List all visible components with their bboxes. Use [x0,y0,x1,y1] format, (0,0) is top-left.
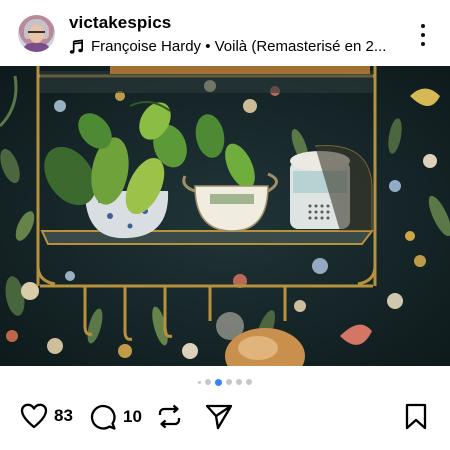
username[interactable]: victakespics [69,13,171,33]
carousel-indicator [0,378,450,386]
post-header: victakespics Françoise Hardy • Voilà (Re… [0,0,450,66]
carousel-dot-active [215,378,222,386]
audio-track[interactable]: Françoise Hardy • Voilà (Remasterisé en … [69,38,386,55]
carousel-dot [236,379,242,385]
heart-icon [20,403,48,429]
repost-icon [158,404,181,429]
comment-bubble-icon [90,404,116,430]
post-actions: 83 10 [0,395,450,440]
music-note-icon [69,38,83,54]
comment-button[interactable]: 10 [89,403,142,431]
share-button[interactable] [205,403,233,430]
like-button[interactable]: 83 [20,403,73,429]
save-button[interactable] [404,403,428,430]
carousel-dot [226,379,232,385]
profile-avatar[interactable] [18,15,55,52]
audio-track-label: Françoise Hardy • Voilà (Remasterisé en … [91,38,387,55]
carousel-dot [198,380,201,384]
bookmark-icon [405,403,427,430]
repost-button[interactable] [156,403,183,430]
like-count: 83 [54,406,73,425]
carousel-dot [205,379,211,385]
carousel-dot [246,379,252,385]
send-icon [205,404,233,430]
photo-illustration [0,66,450,366]
comment-count: 10 [123,407,142,426]
post-photo[interactable] [0,66,450,366]
more-vertical-icon[interactable] [414,24,432,46]
